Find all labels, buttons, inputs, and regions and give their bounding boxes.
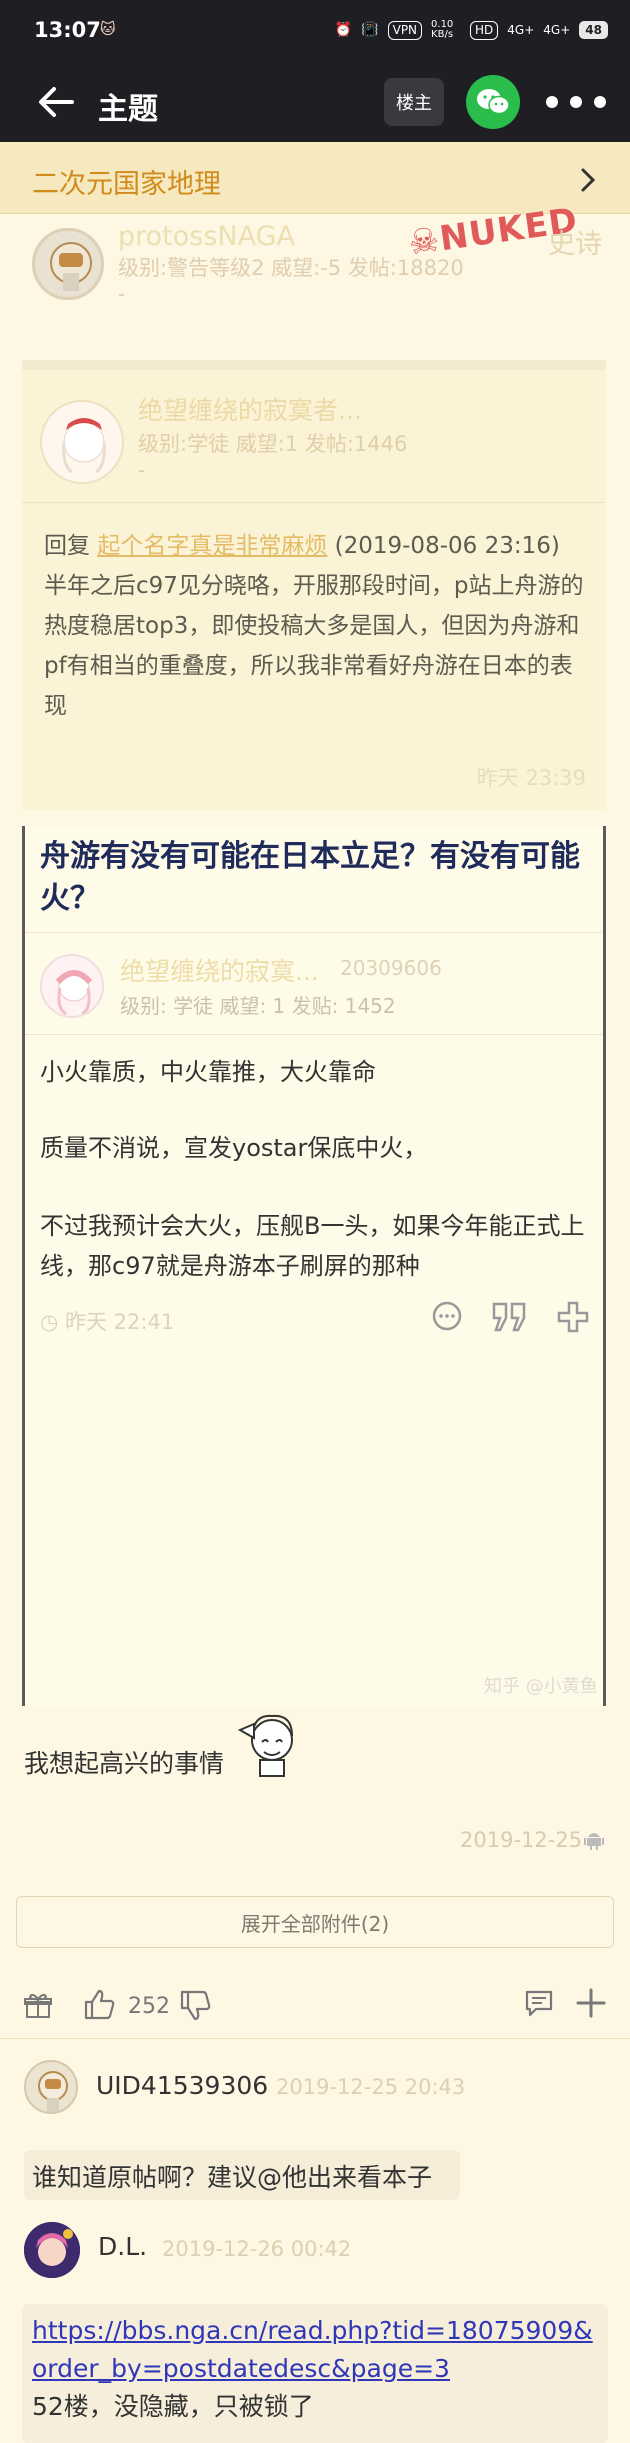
anime-girl-icon	[62, 418, 106, 474]
vibrate-icon: 📳	[361, 22, 379, 38]
page-title: 主题	[98, 92, 158, 127]
post-time: 2019-12-25	[460, 1828, 583, 1852]
vpn-badge: VPN	[387, 20, 423, 40]
comment-text: https://bbs.nga.cn/read.php?tid=18075909…	[22, 2304, 608, 2443]
zhihu-username: 绝望缠绕的寂寞...	[120, 957, 319, 986]
commenter-avatar[interactable]	[24, 2060, 78, 2114]
forum-name[interactable]: 二次元国家地理	[32, 162, 221, 201]
comment-time: 2019-12-25 20:43	[276, 2075, 466, 2099]
expand-attachments-button[interactable]: 展开全部附件(2)	[16, 1896, 614, 1948]
commenter-name[interactable]: D.L.	[98, 2232, 147, 2261]
quoted-signature: -	[138, 458, 146, 482]
back-arrow-icon[interactable]	[36, 82, 76, 122]
commenter-name[interactable]: UID41539306	[96, 2071, 268, 2100]
chevron-right-icon[interactable]	[578, 166, 598, 194]
zhihu-time: ◷ 昨天 22:41	[40, 1306, 174, 1336]
quoted-text: 半年之后c97见分晓咯，开服那段时间，p站上舟游的热度稳居top3，即使投稿大多…	[44, 573, 584, 719]
wechat-icon	[477, 89, 510, 115]
net-speed: 0.10 KB/s	[431, 19, 454, 40]
author-avatar[interactable]	[32, 228, 104, 300]
gift-icon[interactable]	[24, 1992, 52, 2020]
wechat-share-button[interactable]	[466, 75, 520, 129]
avatar-figure-icon	[50, 242, 92, 291]
zhihu-avatar	[40, 954, 104, 1018]
notification-icon: 🐱	[100, 20, 116, 38]
reply-date: (2019-08-06 23:16)	[327, 533, 560, 559]
thumbs-up-icon[interactable]	[82, 1988, 116, 2022]
reply-link: 起个名字真是非常麻烦	[97, 533, 328, 559]
anime-avatar-icon	[24, 2222, 80, 2278]
signal-1: 4G+	[507, 23, 535, 37]
clock-icon: ◷	[40, 1310, 65, 1334]
plus-icon[interactable]	[574, 1986, 608, 2020]
divider	[22, 502, 606, 503]
quoted-time: 昨天 23:39	[476, 766, 586, 790]
divider	[25, 932, 603, 933]
zhihu-paragraph-2: 质量不消说，宣发yostar保底中火，	[40, 1134, 428, 1162]
author-name[interactable]: protossNAGA	[118, 221, 295, 252]
battery-level: 48	[579, 21, 608, 39]
comment-icon[interactable]	[524, 1988, 554, 2018]
zhihu-meta: 级别: 学徒 威望: 1 发贴: 1452	[120, 994, 396, 1018]
sticker-icon	[237, 1714, 293, 1777]
comment-time: 2019-12-26 00:42	[162, 2237, 352, 2261]
plus-cross-icon	[557, 1301, 589, 1333]
quoted-username: 绝望缠绕的寂寞者...	[138, 396, 362, 425]
comment-bubble-icon	[432, 1301, 462, 1331]
alarm-icon: ⏰	[334, 22, 353, 38]
status-icons: ⏰ 📳 VPN 0.10 KB/s HD 4G+ 4G+ 48	[335, 20, 608, 40]
avatar-figure-icon	[38, 2071, 68, 2112]
zhihu-actions	[430, 1300, 590, 1334]
zhihu-paragraph-3: 不过我预计会大火，压舰B一头，如果今年能正式上线，那c97就是舟游本子刷屏的那种	[40, 1212, 585, 1280]
android-icon	[584, 1833, 604, 1850]
more-options-icon[interactable]	[546, 92, 606, 112]
comment-text: 谁知道原帖啊？建议@他出来看本子	[24, 2150, 460, 2200]
commenter-avatar[interactable]	[24, 2222, 80, 2278]
author-rank: 史诗	[548, 229, 602, 260]
post-text: 我想起高兴的事情	[24, 1749, 225, 1778]
thumbs-down-icon[interactable]	[178, 1988, 212, 2022]
zhihu-paragraph-1: 小火靠质，中火靠推，大火靠命	[40, 1058, 376, 1086]
zhihu-uid: 20309606	[340, 956, 442, 980]
zhihu-time-label: 昨天 22:41	[65, 1310, 175, 1334]
comment-link[interactable]: https://bbs.nga.cn/read.php?tid=18075909…	[32, 2316, 593, 2383]
author-signature: -	[118, 282, 126, 306]
comment-text-line: 52楼，没隐藏，只被锁了	[32, 2392, 314, 2421]
owner-only-button[interactable]: 楼主	[384, 78, 444, 126]
zhihu-watermark: 知乎 @小黄鱼	[484, 1676, 598, 1697]
status-time: 13:07	[34, 18, 101, 42]
hd-badge: HD	[470, 20, 499, 40]
divider	[25, 1034, 603, 1035]
like-count: 252	[128, 1994, 170, 2019]
quoted-reply-body: 回复 起个名字真是非常麻烦 (2019-08-06 23:16) 半年之后c97…	[44, 526, 594, 726]
signal-2: 4G+	[543, 23, 571, 37]
quoted-avatar	[40, 400, 124, 484]
reply-prefix: 回复	[44, 533, 98, 559]
zhihu-question-title: 舟游有没有可能在日本立足？有没有可能火？	[40, 839, 580, 916]
quoted-meta: 级别:学徒 威望:1 发帖:1446	[138, 432, 408, 456]
quote-icon	[492, 1302, 526, 1332]
divider	[0, 2038, 630, 2039]
